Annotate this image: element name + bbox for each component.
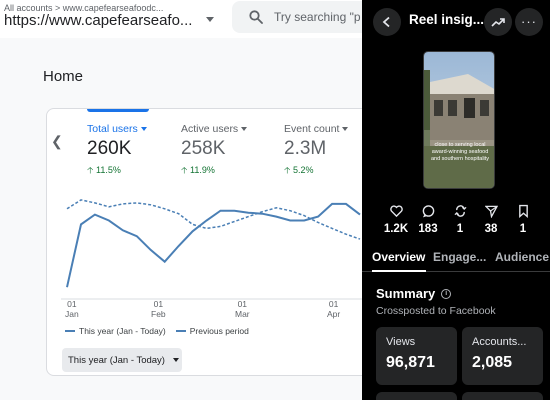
tab-engagement[interactable]: Engage...	[433, 250, 486, 264]
date-range-label: This year (Jan - Today)	[68, 354, 165, 366]
repost-icon	[454, 205, 466, 217]
more-icon: ···	[521, 14, 537, 29]
overview-card: ❮ Total users 260K 🡡 11.5% Active users …	[46, 108, 362, 376]
reel-thumbnail[interactable]: close to serving local award-winning sea…	[423, 51, 495, 189]
selected-metric-indicator	[87, 109, 149, 112]
x-tick-label: 01 Jan	[65, 299, 79, 319]
search-icon	[249, 10, 263, 24]
kpi-label: Accounts...	[472, 336, 527, 348]
likes-stat: 1.2K	[380, 204, 412, 235]
series-line-previous-period	[66, 199, 361, 240]
info-icon[interactable]: i	[441, 288, 452, 299]
kpi-card-views[interactable]: Views 96,871	[376, 327, 457, 385]
search-bar[interactable]: Try searching "p	[232, 1, 362, 33]
x-tick-label: 01 Feb	[151, 299, 166, 319]
chevron-left-icon[interactable]: ❮	[51, 133, 63, 150]
back-button[interactable]	[373, 8, 401, 36]
kpi-value: 96,871	[386, 354, 435, 371]
metric-event-count[interactable]: Event count 2.3M 🡡 5.2%	[284, 123, 349, 179]
bookmark-icon	[518, 204, 528, 218]
kpi-value: 2,085	[472, 354, 513, 371]
analytics-panel: All accounts > www.capefearseafoodc... h…	[0, 0, 362, 400]
trend-button[interactable]	[484, 8, 512, 36]
chevron-down-icon	[342, 127, 349, 131]
tab-overview[interactable]: Overview	[372, 250, 425, 264]
trending-up-icon	[491, 18, 505, 27]
tab-audience[interactable]: Audience	[495, 250, 549, 264]
reposts-stat: 1	[444, 204, 476, 235]
metric-change: 11.5%	[95, 165, 121, 175]
x-tick-label: 01 Mar	[235, 299, 250, 319]
arrow-up-icon: 🡡	[87, 165, 94, 175]
chevron-down-icon	[241, 127, 248, 131]
analytics-header: All accounts > www.capefearseafoodc... h…	[0, 0, 362, 38]
metric-label: Active users	[181, 123, 239, 135]
chevron-down-icon	[172, 358, 179, 362]
insights-tabs: Overview Engage... Audience	[362, 246, 550, 272]
shares-stat: 38	[475, 204, 507, 235]
metric-value: 260K	[87, 138, 132, 159]
chevron-down-icon	[140, 127, 147, 131]
more-options-button[interactable]: ···	[515, 8, 543, 36]
metric-value: 258K	[181, 138, 226, 159]
crosspost-note: Crossposted to Facebook	[376, 305, 496, 317]
comment-icon	[422, 205, 434, 218]
metric-active-users[interactable]: Active users 258K 🡡 11.9%	[181, 123, 248, 179]
kpi-card-next	[376, 392, 457, 400]
metric-total-users[interactable]: Total users 260K 🡡 11.5%	[87, 123, 147, 179]
metric-label: Event count	[284, 123, 340, 135]
comments-stat: 183	[412, 204, 444, 235]
account-selector[interactable]: https://www.capefearseafo...	[4, 12, 192, 29]
heart-icon	[389, 205, 403, 218]
metric-value: 2.3M	[284, 138, 327, 159]
search-input[interactable]: Try searching "p	[274, 10, 361, 24]
page-title: Home	[43, 68, 84, 85]
date-range-dropdown[interactable]: This year (Jan - Today)	[62, 348, 182, 372]
arrow-up-icon: 🡡	[181, 165, 188, 175]
kpi-label: Views	[386, 336, 416, 348]
metric-change: 11.9%	[189, 165, 215, 175]
saves-stat: 1	[507, 204, 539, 235]
metric-change: 5.2%	[292, 165, 314, 175]
building-image	[424, 52, 494, 188]
summary-heading: Summary i	[376, 286, 452, 301]
reel-insights-panel: Reel insig... ··· close to serving local…	[362, 0, 550, 400]
arrow-up-icon: 🡡	[284, 165, 291, 175]
chevron-down-icon[interactable]	[206, 17, 214, 22]
series-line-this-year	[66, 202, 361, 288]
kpi-card-next	[462, 392, 543, 400]
legend-item-current: This year (Jan - Today)	[65, 326, 166, 336]
users-line-chart[interactable]	[61, 191, 362, 301]
thumbnail-caption: close to serving local award-winning sea…	[430, 142, 490, 162]
screen: All accounts > www.capefearseafoodc... h…	[0, 0, 550, 400]
chart-legend: This year (Jan - Today) Previous period	[65, 326, 249, 336]
send-icon	[484, 205, 498, 218]
legend-item-previous: Previous period	[175, 326, 249, 336]
x-tick-label: 01 Apr	[327, 299, 341, 319]
metric-label: Total users	[87, 123, 138, 135]
chevron-left-icon	[382, 16, 390, 28]
kpi-card-accounts[interactable]: Accounts... 2,085	[462, 327, 543, 385]
page-title: Reel insig...	[409, 12, 485, 27]
active-tab-indicator	[372, 270, 426, 272]
